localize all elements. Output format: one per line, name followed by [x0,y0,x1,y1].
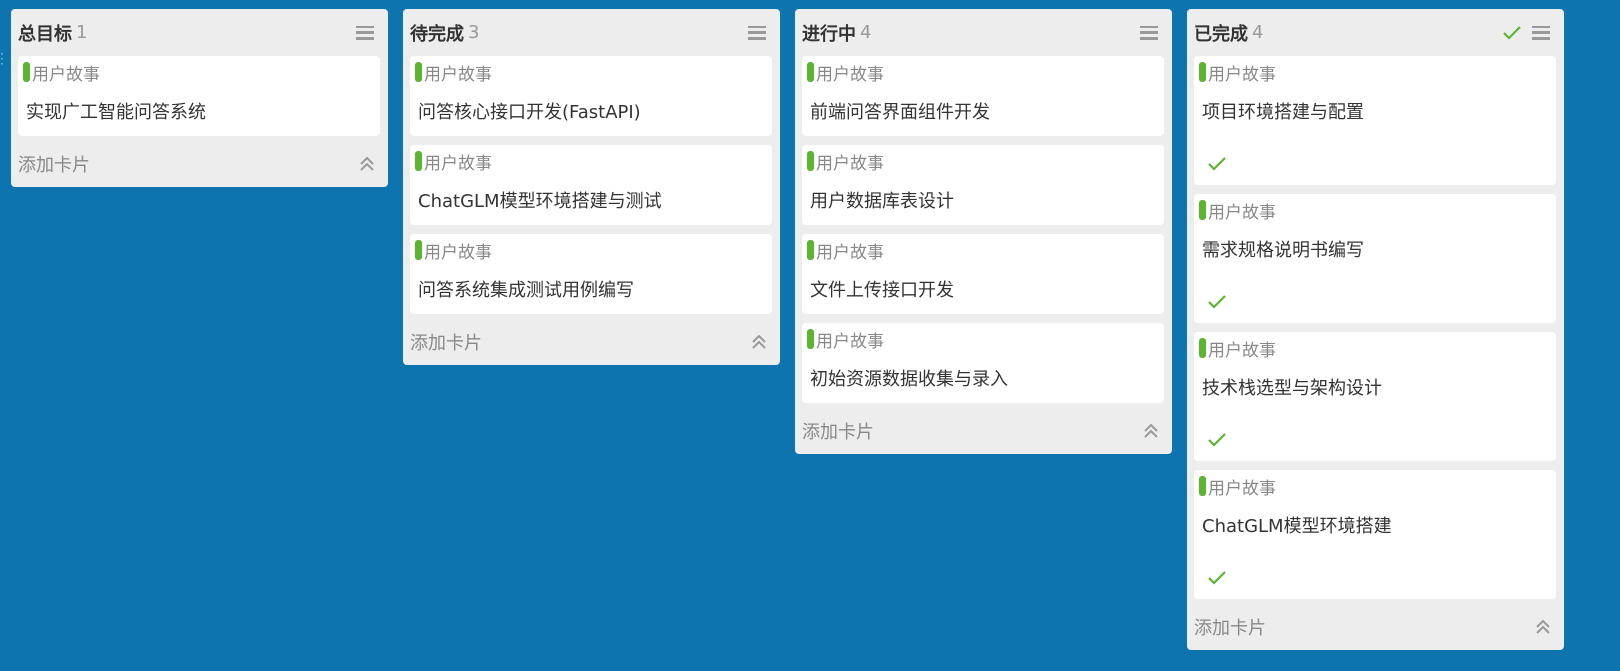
check-icon [1502,25,1522,41]
card[interactable]: 用户故事 问答核心接口开发(FastAPI) [410,56,772,136]
tag-label: 用户故事 [1208,64,1276,85]
card-tag: 用户故事 [807,238,1156,263]
tag-color-icon [415,240,422,260]
column-menu-icon[interactable] [1140,25,1158,40]
check-icon [1207,156,1227,172]
card-title: 需求规格说明书编写 [1202,240,1364,261]
card-tag: 用户故事 [1199,198,1548,223]
card-title: 项目环境搭建与配置 [1202,102,1364,123]
card-title: 文件上传接口开发 [810,280,954,301]
card[interactable]: 用户故事 问答系统集成测试用例编写 [410,234,772,314]
tag-color-icon [1199,476,1206,496]
column-count: 4 [1252,22,1264,43]
tag-label: 用户故事 [424,153,492,174]
card[interactable]: 用户故事 初始资源数据收集与录入 [802,323,1164,403]
card[interactable]: 用户故事 实现广工智能问答系统 [18,56,380,136]
tag-color-icon [807,240,814,260]
card-tag: 用户故事 [415,238,764,263]
tag-label: 用户故事 [1208,340,1276,361]
column-title: 进行中 [802,23,856,45]
column-header: 已完成 4 [1194,9,1556,56]
column-header: 总目标 1 [18,9,380,56]
check-icon [1207,294,1227,310]
card[interactable]: 用户故事 ChatGLM模型环境搭建与测试 [410,145,772,225]
tag-color-icon [807,62,814,82]
column-header: 进行中 4 [802,9,1164,56]
card-tag: 用户故事 [415,60,764,85]
card-tag: 用户故事 [807,149,1156,174]
collapse-chevron-up-icon[interactable] [1534,618,1552,636]
card[interactable]: 用户故事 用户数据库表设计 [802,145,1164,225]
collapse-chevron-up-icon[interactable] [358,155,376,173]
column-menu-icon[interactable] [1532,25,1550,40]
tag-label: 用户故事 [424,64,492,85]
tag-label: 用户故事 [816,331,884,352]
tag-label: 用户故事 [32,64,100,85]
tag-label: 用户故事 [424,242,492,263]
tag-color-icon [415,62,422,82]
card-tag: 用户故事 [1199,336,1548,361]
card[interactable]: 用户故事 项目环境搭建与配置 [1194,56,1556,185]
card-title: 用户数据库表设计 [810,191,954,212]
card-tag: 用户故事 [415,149,764,174]
tag-label: 用户故事 [1208,202,1276,223]
card-title: 实现广工智能问答系统 [26,102,206,123]
collapse-chevron-up-icon[interactable] [750,333,768,351]
tag-color-icon [1199,62,1206,82]
add-card-button[interactable]: 添加卡片 [18,151,90,177]
tag-color-icon [807,151,814,171]
card-title: 前端问答界面组件开发 [810,102,990,123]
column-title: 待完成 [410,23,464,45]
add-card-button[interactable]: 添加卡片 [802,418,874,444]
card-tag: 用户故事 [1199,60,1548,85]
card-title: 问答系统集成测试用例编写 [418,280,634,301]
column-header: 待完成 3 [410,9,772,56]
card[interactable]: 用户故事 前端问答界面组件开发 [802,56,1164,136]
card[interactable]: 用户故事 ChatGLM模型环境搭建 [1194,470,1556,599]
column-3: 已完成 4 用户故事 项目环境搭建与配置 用户故事 需求规格说明书编写 用户故事… [1187,9,1564,650]
add-card-button[interactable]: 添加卡片 [410,329,482,355]
card-title: 问答核心接口开发(FastAPI) [418,102,641,123]
card-title: 技术栈选型与架构设计 [1202,378,1382,399]
drag-handle-icon[interactable]: · · · [0,48,4,70]
column-title: 已完成 [1194,23,1248,45]
column-menu-icon[interactable] [356,25,374,40]
add-card-button[interactable]: 添加卡片 [1194,614,1266,640]
check-icon [1207,432,1227,448]
tag-label: 用户故事 [816,64,884,85]
card[interactable]: 用户故事 文件上传接口开发 [802,234,1164,314]
tag-color-icon [807,329,814,349]
tag-label: 用户故事 [1208,478,1276,499]
column-menu-icon[interactable] [748,25,766,40]
check-icon [1207,570,1227,586]
tag-label: 用户故事 [816,153,884,174]
tag-color-icon [1199,200,1206,220]
card-tag: 用户故事 [23,60,372,85]
card-title: 初始资源数据收集与录入 [810,369,1008,390]
tag-color-icon [415,151,422,171]
card[interactable]: 用户故事 需求规格说明书编写 [1194,194,1556,323]
card-tag: 用户故事 [807,60,1156,85]
column-0: 总目标 1 用户故事 实现广工智能问答系统 添加卡片 [11,9,388,187]
card[interactable]: 用户故事 技术栈选型与架构设计 [1194,332,1556,461]
collapse-chevron-up-icon[interactable] [1142,422,1160,440]
column-title: 总目标 [18,23,72,45]
column-2: 进行中 4 用户故事 前端问答界面组件开发 用户故事 用户数据库表设计 用户故事… [795,9,1172,454]
card-title: ChatGLM模型环境搭建与测试 [418,191,662,212]
card-tag: 用户故事 [1199,474,1548,499]
tag-color-icon [23,62,30,82]
tag-label: 用户故事 [816,242,884,263]
column-count: 3 [468,22,480,43]
column-count: 4 [860,22,872,43]
card-tag: 用户故事 [807,327,1156,352]
column-count: 1 [76,22,88,43]
card-title: ChatGLM模型环境搭建 [1202,516,1392,537]
column-1: 待完成 3 用户故事 问答核心接口开发(FastAPI) 用户故事 ChatGL… [403,9,780,365]
tag-color-icon [1199,338,1206,358]
